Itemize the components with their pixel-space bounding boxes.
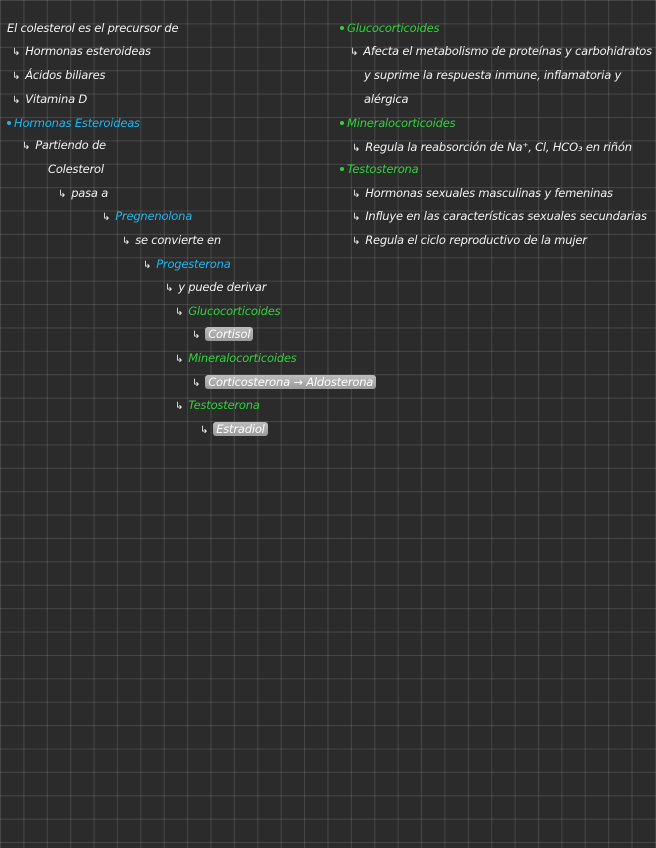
arrow-icon: ↳ <box>22 141 31 152</box>
puede-derivar-label: y puede derivar <box>178 280 267 294</box>
arrow-icon: ↳ <box>175 401 184 412</box>
progesterona-label: Progesterona <box>156 257 231 271</box>
mineral-title-label: Mineralocorticoides <box>347 116 456 130</box>
arrow-icon: ↳ <box>165 283 174 294</box>
corticosterona-line: ↳ Corticosterona → Aldosterona <box>192 375 377 391</box>
cortisol-label: Cortisol <box>205 327 254 341</box>
arrow-icon: ↳ <box>12 95 21 106</box>
list-item-label: Vitamina D <box>25 92 88 106</box>
arrow-icon: ↳ <box>175 354 184 365</box>
testo-line-3-label: Regula el ciclo reproductivo de la mujer <box>365 233 587 247</box>
partiendo-line: ↳ Partiendo de <box>22 138 106 154</box>
gluco-title-label: Glucocorticoides <box>347 21 440 35</box>
mineralocorticoides-label: Mineralocorticoides <box>188 351 297 365</box>
arrow-icon: ↳ <box>12 71 21 82</box>
estradiol-label: Estradiol <box>213 422 268 436</box>
pasa-a-label: pasa a <box>71 186 109 200</box>
arrow-icon: ↳ <box>352 236 361 247</box>
list-item: ↳ Ácidos biliares <box>12 68 105 84</box>
section-title-label: Hormonas Esteroideas <box>14 116 140 130</box>
testo-line-1-label: Hormonas sexuales masculinas y femeninas <box>365 186 613 200</box>
gluco-title: Glucocorticoides <box>340 21 439 35</box>
colesterol-label: Colesterol <box>48 162 104 176</box>
bullet-icon <box>340 166 344 171</box>
arrow-icon: ↳ <box>102 212 111 223</box>
estradiol-line: ↳ Estradiol <box>200 422 268 438</box>
glucocorticoides-line: ↳ Glucocorticoides <box>175 304 281 320</box>
testosterona-label: Testosterona <box>188 398 260 412</box>
section-title: Hormonas Esteroideas <box>7 116 140 130</box>
mineralocorticoides-line: ↳ Mineralocorticoides <box>175 351 297 367</box>
arrow-icon: ↳ <box>12 47 21 58</box>
se-convierte-label: se convierte en <box>135 233 221 247</box>
arrow-icon: ↳ <box>200 425 209 436</box>
arrow-icon: ↳ <box>350 47 359 58</box>
mineral-line-1-label: Regula la reabsorción de Na⁺, Cl, HCO₃ e… <box>365 140 632 154</box>
testosterona-line: ↳ Testosterona <box>175 398 260 414</box>
bullet-icon <box>7 120 11 125</box>
list-item: ↳ Hormonas esteroideas <box>12 44 151 60</box>
glucocorticoides-label: Glucocorticoides <box>188 304 281 318</box>
partiendo-label: Partiendo de <box>35 138 106 152</box>
corticosterona-label: Corticosterona → Aldosterona <box>205 375 377 389</box>
arrow-icon: ↳ <box>143 260 152 271</box>
arrow-icon: ↳ <box>58 189 67 200</box>
testo-title: Testosterona <box>340 162 419 176</box>
testo-line-2-label: Influye en las características sexuales … <box>365 209 647 223</box>
arrow-icon: ↳ <box>192 378 201 389</box>
gluco-line-1: ↳ Afecta el metabolismo de proteínas y ca… <box>350 44 652 60</box>
arrow-icon: ↳ <box>352 189 361 200</box>
bullet-icon <box>340 25 344 30</box>
arrow-icon: ↳ <box>352 212 361 223</box>
pregnenolona-line: ↳ Pregnenolona <box>102 209 192 225</box>
gluco-line-1-label: Afecta el metabolismo de proteínas y car… <box>363 44 652 58</box>
mineral-line-1: ↳ Regula la reabsorción de Na⁺, Cl, HCO₃ … <box>352 140 632 156</box>
arrow-icon: ↳ <box>192 330 201 341</box>
cortisol-line: ↳ Cortisol <box>192 327 254 343</box>
testo-line-2: ↳ Influye en las características sexuales… <box>352 209 647 225</box>
mineral-title: Mineralocorticoides <box>340 116 456 130</box>
gluco-line-2: y suprime la respuesta inmune, inflamato… <box>364 68 622 82</box>
intro-text: El colesterol es el precursor de <box>7 21 179 35</box>
puede-derivar-line: ↳ y puede derivar <box>165 280 266 296</box>
list-item: ↳ Vitamina D <box>12 92 87 108</box>
arrow-icon: ↳ <box>175 307 184 318</box>
pasa-a-line: ↳ pasa a <box>58 186 108 202</box>
pregnenolona-label: Pregnenolona <box>115 209 193 223</box>
arrow-icon: ↳ <box>352 143 361 154</box>
testo-line-3: ↳ Regula el ciclo reproductivo de la muje… <box>352 233 587 249</box>
notes-page: El colesterol es el precursor de ↳ Hormon… <box>0 0 656 848</box>
se-convierte-line: ↳ se convierte en <box>122 233 221 249</box>
bullet-icon <box>340 120 344 125</box>
testo-title-label: Testosterona <box>347 162 419 176</box>
gluco-line-3: alérgica <box>364 92 409 106</box>
progesterona-line: ↳ Progesterona <box>143 257 231 273</box>
arrow-icon: ↳ <box>122 236 131 247</box>
list-item-label: Hormonas esteroideas <box>25 44 151 58</box>
testo-line-1: ↳ Hormonas sexuales masculinas y femenina… <box>352 186 613 202</box>
list-item-label: Ácidos biliares <box>25 68 106 82</box>
